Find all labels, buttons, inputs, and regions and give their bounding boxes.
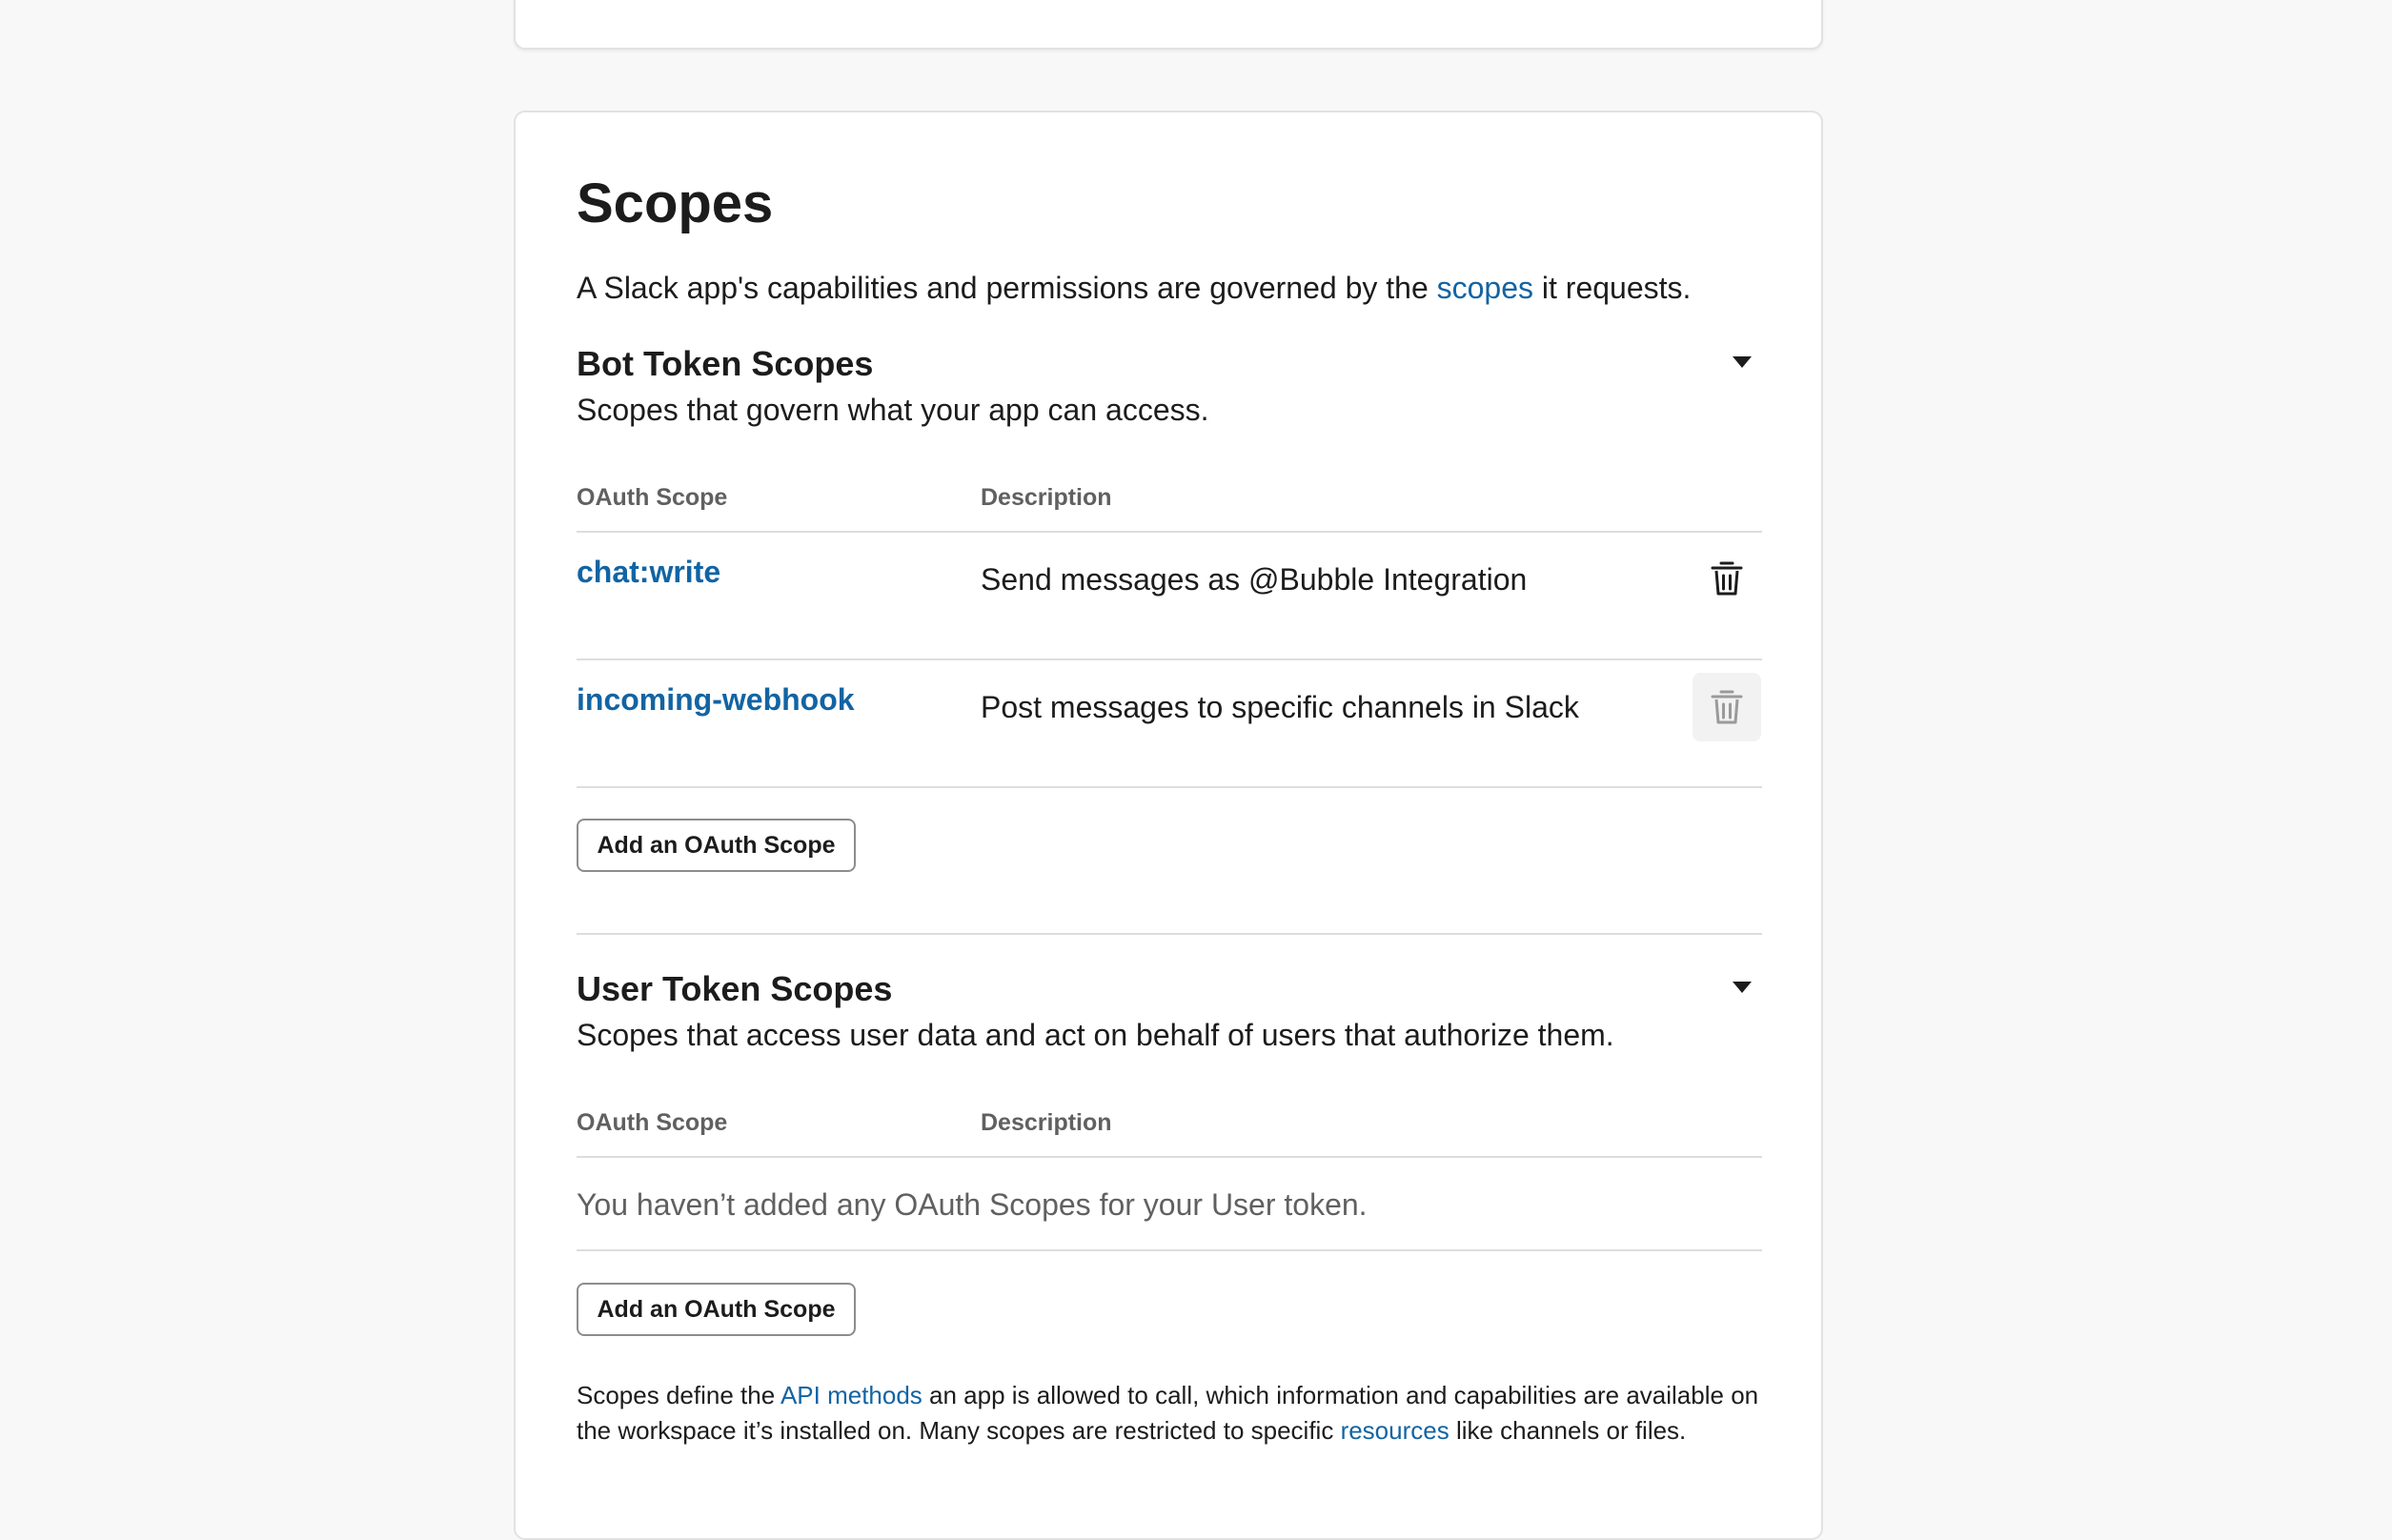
scopes-footnote: Scopes define the API methods an app is …: [577, 1381, 1759, 1445]
resources-link[interactable]: resources: [1341, 1416, 1449, 1445]
divider: [577, 1249, 1762, 1251]
user-token-caret-down-icon[interactable]: [1733, 982, 1752, 993]
page-title: Scopes: [577, 172, 774, 234]
bot-token-scopes-subtitle: Scopes that govern what your app can acc…: [577, 393, 1209, 427]
user-token-scopes-subtitle: Scopes that access user data and act on …: [577, 1018, 1614, 1052]
previous-section-card: [514, 0, 1823, 50]
divider: [577, 1156, 1762, 1158]
bot-token-scopes-heading: Bot Token Scopes: [577, 344, 874, 383]
scopes-intro: A Slack app's capabilities and permissio…: [577, 271, 1692, 305]
divider: [577, 531, 1762, 533]
add-bot-oauth-scope-button[interactable]: Add an OAuth Scope: [577, 819, 856, 872]
trash-icon: [1711, 561, 1743, 596]
user-col-oauth-scope: OAuth Scope: [577, 1109, 728, 1136]
trash-icon: [1711, 690, 1743, 724]
remove-scope-button[interactable]: [1693, 673, 1761, 741]
api-methods-link[interactable]: API methods: [780, 1381, 922, 1409]
scope-name-chat-write[interactable]: chat:write: [577, 549, 720, 595]
divider: [577, 786, 1762, 788]
add-user-oauth-scope-button[interactable]: Add an OAuth Scope: [577, 1283, 856, 1336]
scope-description: Post messages to specific channels in Sl…: [981, 690, 1579, 724]
bot-token-caret-down-icon[interactable]: [1733, 356, 1752, 368]
section-divider: [577, 933, 1762, 935]
bot-col-oauth-scope: OAuth Scope: [577, 484, 728, 511]
divider: [577, 659, 1762, 660]
empty-state-message: You haven’t added any OAuth Scopes for y…: [577, 1187, 1368, 1222]
scope-name-incoming-webhook[interactable]: incoming-webhook: [577, 677, 855, 722]
scopes-link[interactable]: scopes: [1437, 271, 1533, 305]
bot-col-description: Description: [981, 484, 1112, 511]
scope-description: Send messages as @Bubble Integration: [981, 562, 1528, 597]
user-token-scopes-heading: User Token Scopes: [577, 969, 893, 1008]
user-col-description: Description: [981, 1109, 1112, 1136]
remove-scope-button[interactable]: [1693, 544, 1761, 613]
